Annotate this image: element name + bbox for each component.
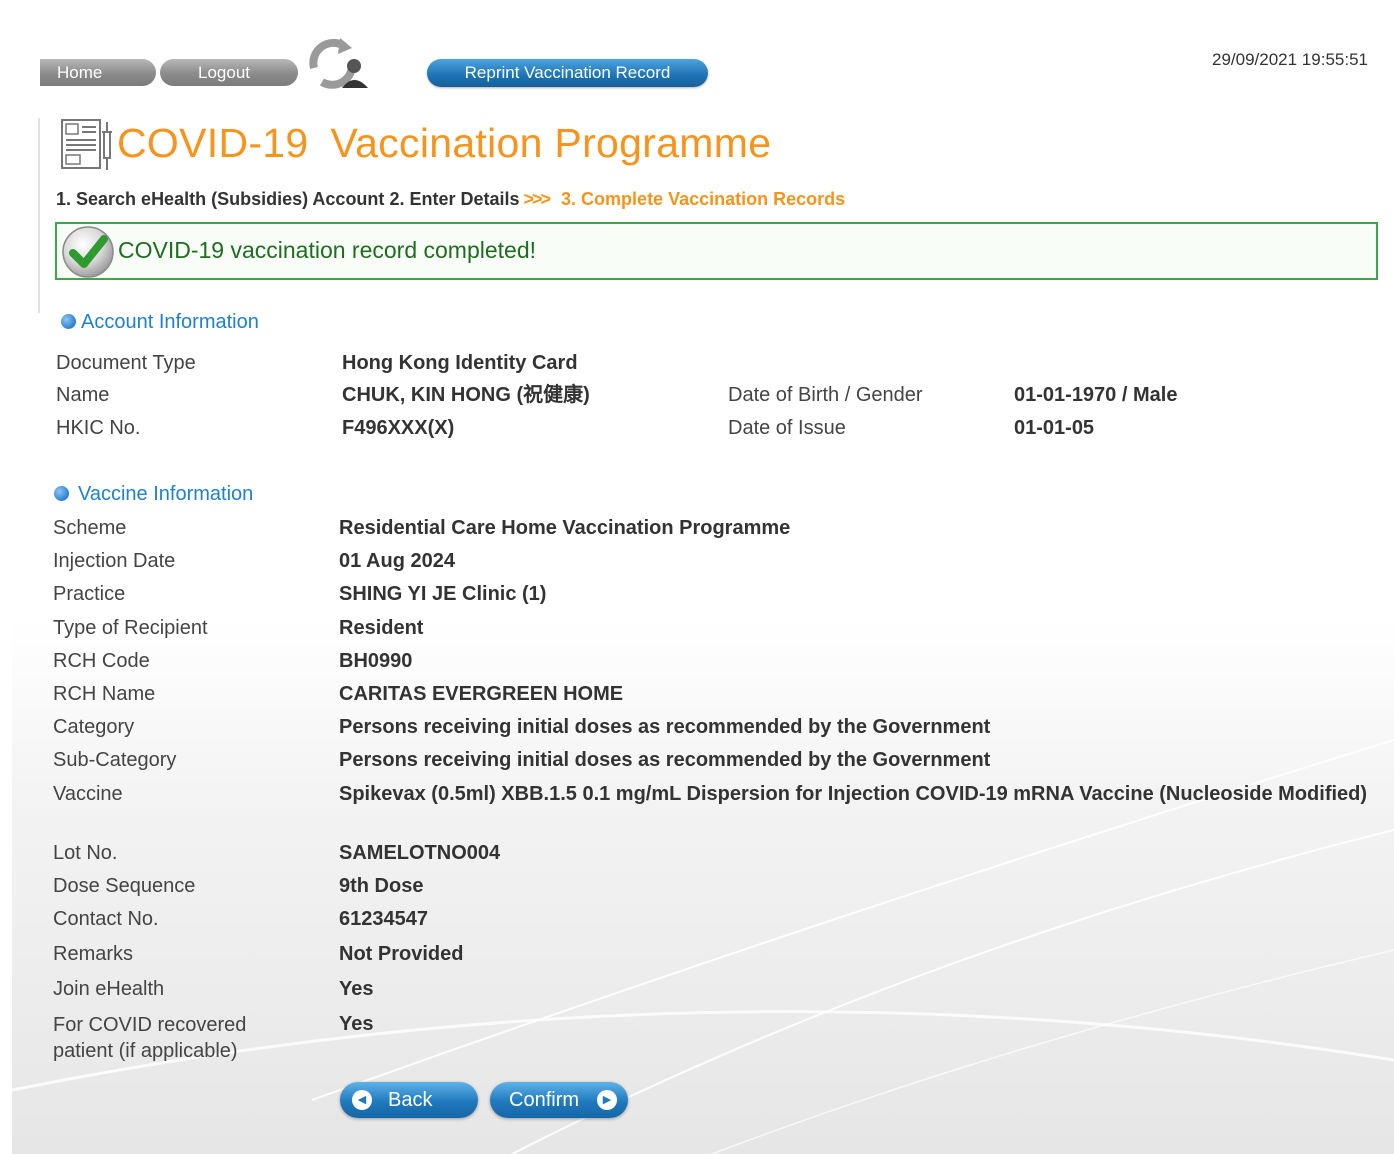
step-breadcrumb: 1. Search eHealth (Subsidies) Account 2.… — [56, 189, 845, 210]
join-ehealth-value: Yes — [339, 978, 374, 1000]
document-type-value: Hong Kong Identity Card — [342, 352, 578, 374]
injection-date-label: Injection Date — [53, 550, 176, 572]
category-label: Category — [53, 716, 135, 738]
confirm-button[interactable]: Confirm ▶ — [490, 1082, 628, 1118]
document-type-label: Document Type — [56, 352, 196, 374]
vaccination-record-icon — [60, 118, 118, 172]
arrow-right-icon: ▶ — [597, 1090, 617, 1110]
dob-gender-label: Date of Birth / Gender — [728, 384, 923, 406]
title-part-1: COVID-19 — [117, 120, 309, 166]
logout-tab[interactable]: Logout — [160, 59, 298, 86]
step-2: 2. Enter Details — [389, 189, 520, 209]
remarks-value: Not Provided — [339, 943, 464, 965]
left-divider — [38, 118, 40, 313]
dose-sequence-label: Dose Sequence — [53, 875, 196, 897]
rch-code-label: RCH Code — [53, 650, 150, 672]
type-of-recipient-label: Type of Recipient — [53, 617, 208, 639]
hkic-value: F496XXX(X) — [342, 417, 455, 439]
background-swoosh — [12, 620, 1394, 1154]
dob-gender-value: 01-01-1970 / Male — [1014, 384, 1178, 406]
covid-recovered-value: Yes — [339, 1013, 374, 1035]
contact-no-value: 61234547 — [339, 908, 428, 930]
remarks-label: Remarks — [53, 943, 134, 965]
contact-no-label: Contact No. — [53, 908, 159, 930]
bullet-icon — [54, 486, 69, 501]
scheme-label: Scheme — [53, 517, 127, 539]
vaccine-value: Spikevax (0.5ml) XBB.1.5 0.1 mg/mL Dispe… — [339, 783, 1368, 805]
bullet-icon — [61, 314, 76, 329]
refresh-user-icon[interactable] — [304, 38, 376, 90]
covid-recovered-label: For COVID recovered patient (if applicab… — [53, 1014, 247, 1062]
checkmark-icon — [60, 224, 116, 280]
account-information-heading: Account Information — [61, 311, 259, 334]
lot-no-value: SAMELOTNO004 — [339, 842, 501, 864]
success-message: COVID-19 vaccination record completed! — [118, 237, 537, 263]
back-button-label: Back — [388, 1089, 433, 1111]
join-ehealth-label: Join eHealth — [53, 978, 165, 1000]
category-value: Persons receiving initial doses as recom… — [339, 716, 991, 738]
dose-sequence-value: 9th Dose — [339, 875, 424, 897]
date-of-issue-value: 01-01-05 — [1014, 417, 1095, 439]
hkic-label: HKIC No. — [56, 417, 141, 439]
sub-category-value: Persons receiving initial doses as recom… — [339, 749, 991, 771]
back-button[interactable]: ◀ Back — [340, 1082, 478, 1118]
vaccine-label: Vaccine — [53, 783, 123, 805]
lot-no-label: Lot No. — [53, 842, 118, 864]
page-title: COVID-19 Vaccination Programme — [117, 120, 771, 167]
practice-value: SHING YI JE Clinic (1) — [339, 583, 547, 605]
injection-date-value: 01 Aug 2024 — [339, 550, 455, 572]
name-value: CHUK, KIN HONG (祝健康) — [342, 384, 590, 406]
rch-code-value: BH0990 — [339, 650, 413, 672]
reprint-vaccination-record-button[interactable]: Reprint Vaccination Record — [427, 59, 708, 87]
title-part-2: Vaccination Programme — [330, 120, 772, 166]
step-3-current: 3. Complete Vaccination Records — [561, 189, 846, 209]
vaccine-information-label: Vaccine Information — [78, 483, 254, 505]
account-information-label: Account Information — [81, 311, 259, 333]
confirm-button-label: Confirm — [509, 1089, 580, 1111]
step-1: 1. Search eHealth (Subsidies) Account — [56, 189, 385, 209]
arrow-left-icon: ◀ — [352, 1090, 372, 1110]
current-datetime: 29/09/2021 19:55:51 — [1212, 50, 1368, 69]
scheme-value: Residential Care Home Vaccination Progra… — [339, 517, 791, 539]
name-label: Name — [56, 384, 110, 406]
practice-label: Practice — [53, 583, 126, 605]
step-arrows: >>> — [523, 189, 552, 209]
date-of-issue-label: Date of Issue — [728, 417, 846, 439]
type-of-recipient-value: Resident — [339, 617, 424, 639]
sub-category-label: Sub-Category — [53, 749, 177, 771]
vaccine-information-heading: Vaccine Information — [54, 483, 253, 506]
rch-name-value: CARITAS EVERGREEN HOME — [339, 683, 624, 705]
rch-name-label: RCH Name — [53, 683, 156, 705]
home-tab[interactable]: Home — [40, 59, 156, 86]
